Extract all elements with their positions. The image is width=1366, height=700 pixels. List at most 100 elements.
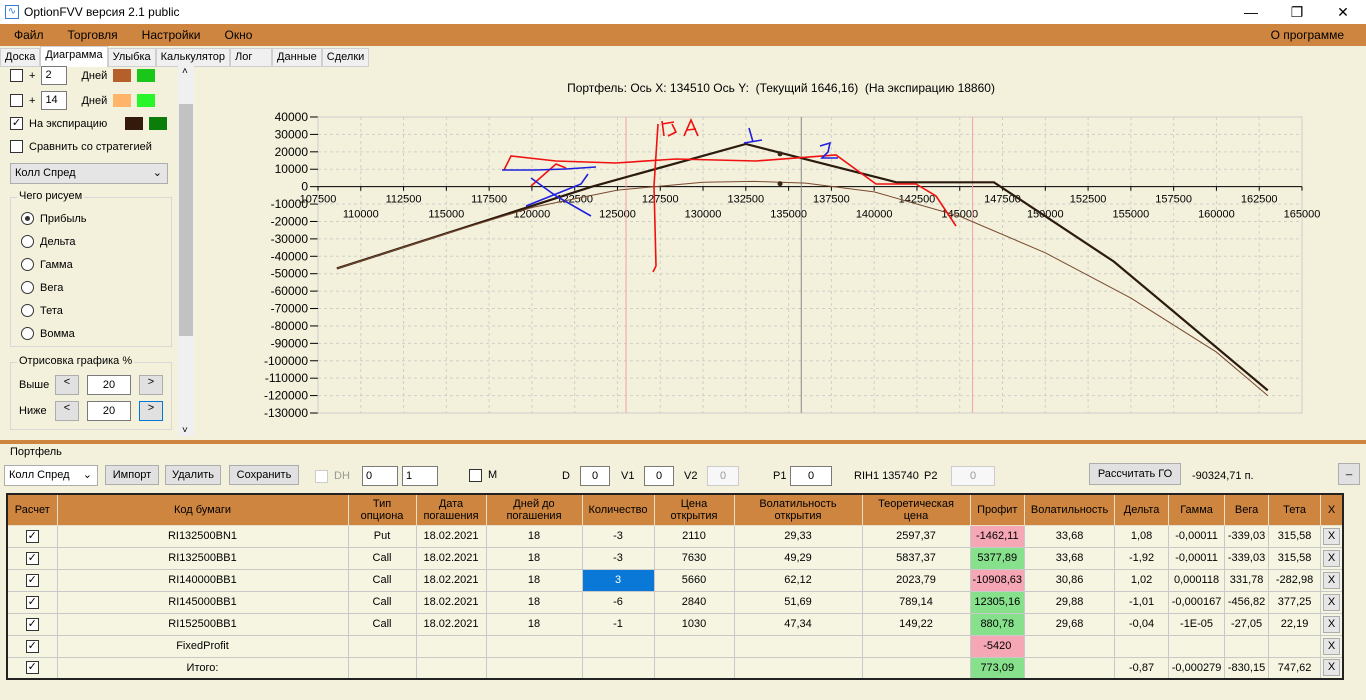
column-header[interactable]: Волатильность [1024,493,1116,526]
radio-vomma[interactable] [21,327,34,340]
p1-input[interactable]: 0 [790,466,832,486]
days-2-input[interactable]: 14 [41,91,68,110]
maximize-button[interactable]: ❐ [1274,0,1320,24]
table-row[interactable]: ✓ RI132500BB1 Call 18.02.2021 18 -3 7630 49,29 5… [6,546,1344,570]
spin-1[interactable]: 0 [362,466,398,486]
column-header[interactable]: Расчет [6,493,58,526]
tab-log[interactable]: Лог [230,48,273,67]
color-swatch-current[interactable] [113,94,132,107]
cell-4[interactable]: -6 [581,590,655,614]
expiry-checkbox[interactable]: ✓ [10,117,23,130]
p2-input[interactable]: 0 [951,466,995,486]
tab-deals[interactable]: Сделки [321,48,370,67]
remove-row-button[interactable]: X [1323,615,1341,633]
table-row[interactable]: ✓ RI145000BB1 Call 18.02.2021 18 -6 2840 51,69 7… [6,590,1344,614]
calc-checkbox[interactable]: ✓ [25,529,39,543]
color-swatch-alt[interactable] [149,117,167,130]
radio-profit[interactable] [21,212,34,225]
scroll-down-icon[interactable]: ˅ [182,425,188,436]
delete-button[interactable]: Удалить [165,465,221,485]
column-header[interactable]: Гамма [1168,493,1226,526]
menu-window[interactable]: Окно [213,28,265,42]
calc-checkbox[interactable]: ✓ [25,639,39,653]
left-panel-scrollbar[interactable]: ˄ ˅ [178,66,194,436]
strategy-select[interactable]: Колл Спред ⌄ [10,163,168,184]
radio-theta[interactable] [21,304,34,317]
cell-4[interactable]: -3 [581,546,655,570]
tab-calculator[interactable]: Калькулятор [155,48,231,67]
spin-2[interactable]: 1 [402,466,438,486]
portfolio-strategy-select[interactable]: Колл Спред ⌄ [4,465,98,486]
table-row[interactable]: ✓ FixedProfit -5420 X [6,634,1344,658]
menu-file[interactable]: Файл [0,28,56,42]
minimize-button[interactable]: — [1228,0,1274,24]
cell-4[interactable]: 3 [581,568,655,592]
scroll-up-icon[interactable]: ˄ [182,66,188,77]
remove-row-button[interactable]: X [1323,659,1341,677]
above-decrease-button[interactable]: < [55,375,79,395]
menu-about[interactable]: О программе [1259,28,1356,42]
radio-delta[interactable] [21,235,34,248]
remove-row-button[interactable]: X [1323,593,1341,611]
tab-data[interactable]: Данные [272,48,322,67]
splitter[interactable] [0,440,1366,444]
calc-checkbox[interactable]: ✓ [25,573,39,587]
remove-row-button[interactable]: X [1323,527,1341,545]
save-button[interactable]: Сохранить [229,465,299,485]
column-header[interactable]: Дней до погашения [485,493,583,526]
compare-checkbox[interactable] [10,140,23,153]
below-increase-button[interactable]: > [139,401,163,421]
color-swatch-current[interactable] [125,117,143,130]
calc-cell[interactable]: ✓ [6,612,58,636]
dh-checkbox[interactable] [315,470,328,483]
color-swatch-alt[interactable] [137,69,156,82]
calc-cell[interactable]: ✓ [6,656,58,680]
cell-4[interactable]: -1 [581,612,655,636]
calc-cell[interactable]: ✓ [6,546,58,570]
table-row[interactable]: ✓ RI132500BN1 Put 18.02.2021 18 -3 2110 29,33 25… [6,524,1344,548]
column-header[interactable]: X [1320,493,1344,526]
calc-checkbox[interactable]: ✓ [25,595,39,609]
collapse-button[interactable]: _ [1338,463,1360,485]
column-header[interactable]: Теоретическая цена [861,493,971,526]
column-header[interactable]: Дата погашения [415,493,487,526]
import-button[interactable]: Импорт [105,465,159,485]
column-header[interactable]: Дельта [1114,493,1170,526]
scroll-thumb[interactable] [179,104,193,336]
column-header[interactable]: Вега [1224,493,1270,526]
table-row[interactable]: ✓ RI140000BB1 Call 18.02.2021 18 3 5660 62,12 20… [6,568,1344,592]
column-header[interactable]: Профит [969,493,1026,526]
calc-cell[interactable]: ✓ [6,568,58,592]
below-decrease-button[interactable]: < [55,401,79,421]
remove-row-button[interactable]: X [1323,549,1341,567]
table-row[interactable]: ✓ Итого: 773,09 -0,87 -0,000279 -830,15 747,62… [6,656,1344,680]
days-1-checkbox[interactable] [10,69,23,82]
days-2-checkbox[interactable] [10,94,23,107]
cell-4[interactable] [581,634,655,658]
m-checkbox[interactable] [469,469,482,482]
remove-row-button[interactable]: X [1323,571,1341,589]
menu-trading[interactable]: Торговля [56,28,130,42]
remove-row-button[interactable]: X [1323,637,1341,655]
column-header[interactable]: Цена открытия [653,493,735,526]
calc-checkbox[interactable]: ✓ [25,617,39,631]
d-input[interactable]: 0 [580,466,610,486]
color-swatch-current[interactable] [113,69,132,82]
calc-checkbox[interactable]: ✓ [25,661,39,675]
calculate-margin-button[interactable]: Рассчитать ГО [1089,463,1181,485]
v1-input[interactable]: 0 [644,466,674,486]
calc-checkbox[interactable]: ✓ [25,551,39,565]
column-header[interactable]: Код бумаги [56,493,349,526]
column-header[interactable]: Тета [1268,493,1322,526]
above-input[interactable]: 20 [87,375,131,395]
column-header[interactable]: Тип опциона [347,493,417,526]
radio-gamma[interactable] [21,258,34,271]
above-increase-button[interactable]: > [139,375,163,395]
column-header[interactable]: Количество [581,493,655,526]
column-header[interactable]: Волатильность открытия [733,493,863,526]
cell-4[interactable]: -3 [581,524,655,548]
days-1-input[interactable]: 2 [41,66,68,85]
below-input[interactable]: 20 [87,401,131,421]
tab-diagram[interactable]: Диаграмма [40,46,108,67]
tab-board[interactable]: Доска [0,48,41,67]
